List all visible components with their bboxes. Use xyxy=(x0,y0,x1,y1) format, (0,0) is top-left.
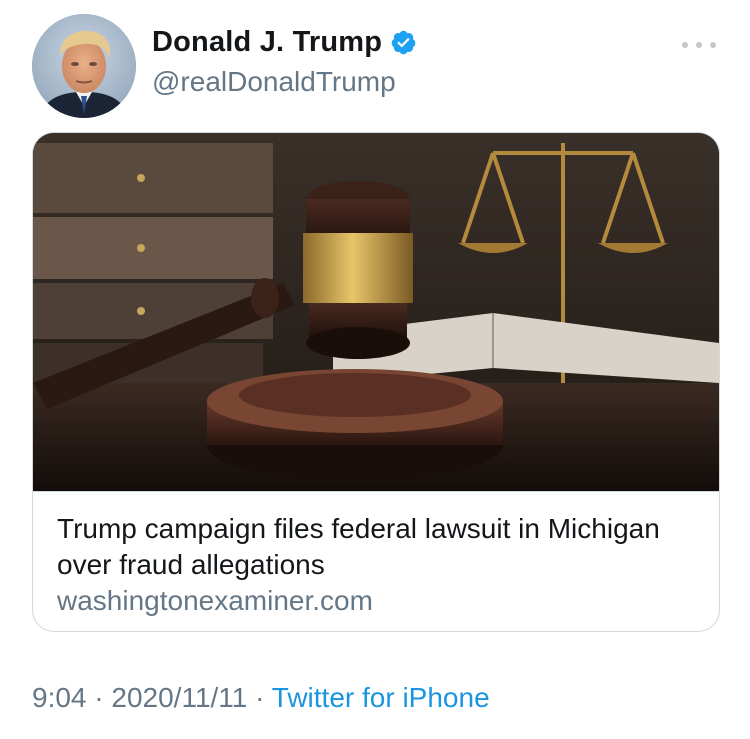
tweet: Donald J. Trump @realDonaldTrump Trump c… xyxy=(0,0,750,739)
author-name-row[interactable]: Donald J. Trump xyxy=(152,26,417,59)
avatar[interactable] xyxy=(32,14,136,118)
tweet-time[interactable]: 9:04 xyxy=(32,682,87,713)
link-card[interactable]: Trump campaign files federal lawsuit in … xyxy=(32,132,720,632)
link-card-domain: washingtonexaminer.com xyxy=(57,585,373,616)
tweet-meta: 9:04 · 2020/11/11 · Twitter for iPhone xyxy=(32,682,490,714)
more-dot xyxy=(682,42,688,48)
meta-separator: · xyxy=(247,682,272,713)
verified-badge-icon xyxy=(390,29,417,56)
link-card-title[interactable]: Trump campaign files federal lawsuit in … xyxy=(57,511,697,583)
card-divider xyxy=(33,491,719,492)
meta-separator: · xyxy=(86,682,112,713)
gavel-and-scales-image xyxy=(33,133,719,491)
more-horizontal-icon[interactable] xyxy=(682,38,716,52)
tweet-source-link[interactable]: Twitter for iPhone xyxy=(272,682,490,713)
more-dot xyxy=(696,42,702,48)
tweet-date[interactable]: 2020/11/11 xyxy=(111,682,247,713)
display-name[interactable]: Donald J. Trump xyxy=(152,26,382,59)
author-handle[interactable]: @realDonaldTrump xyxy=(152,66,396,98)
more-dot xyxy=(710,42,716,48)
avatar-photo xyxy=(32,14,136,118)
